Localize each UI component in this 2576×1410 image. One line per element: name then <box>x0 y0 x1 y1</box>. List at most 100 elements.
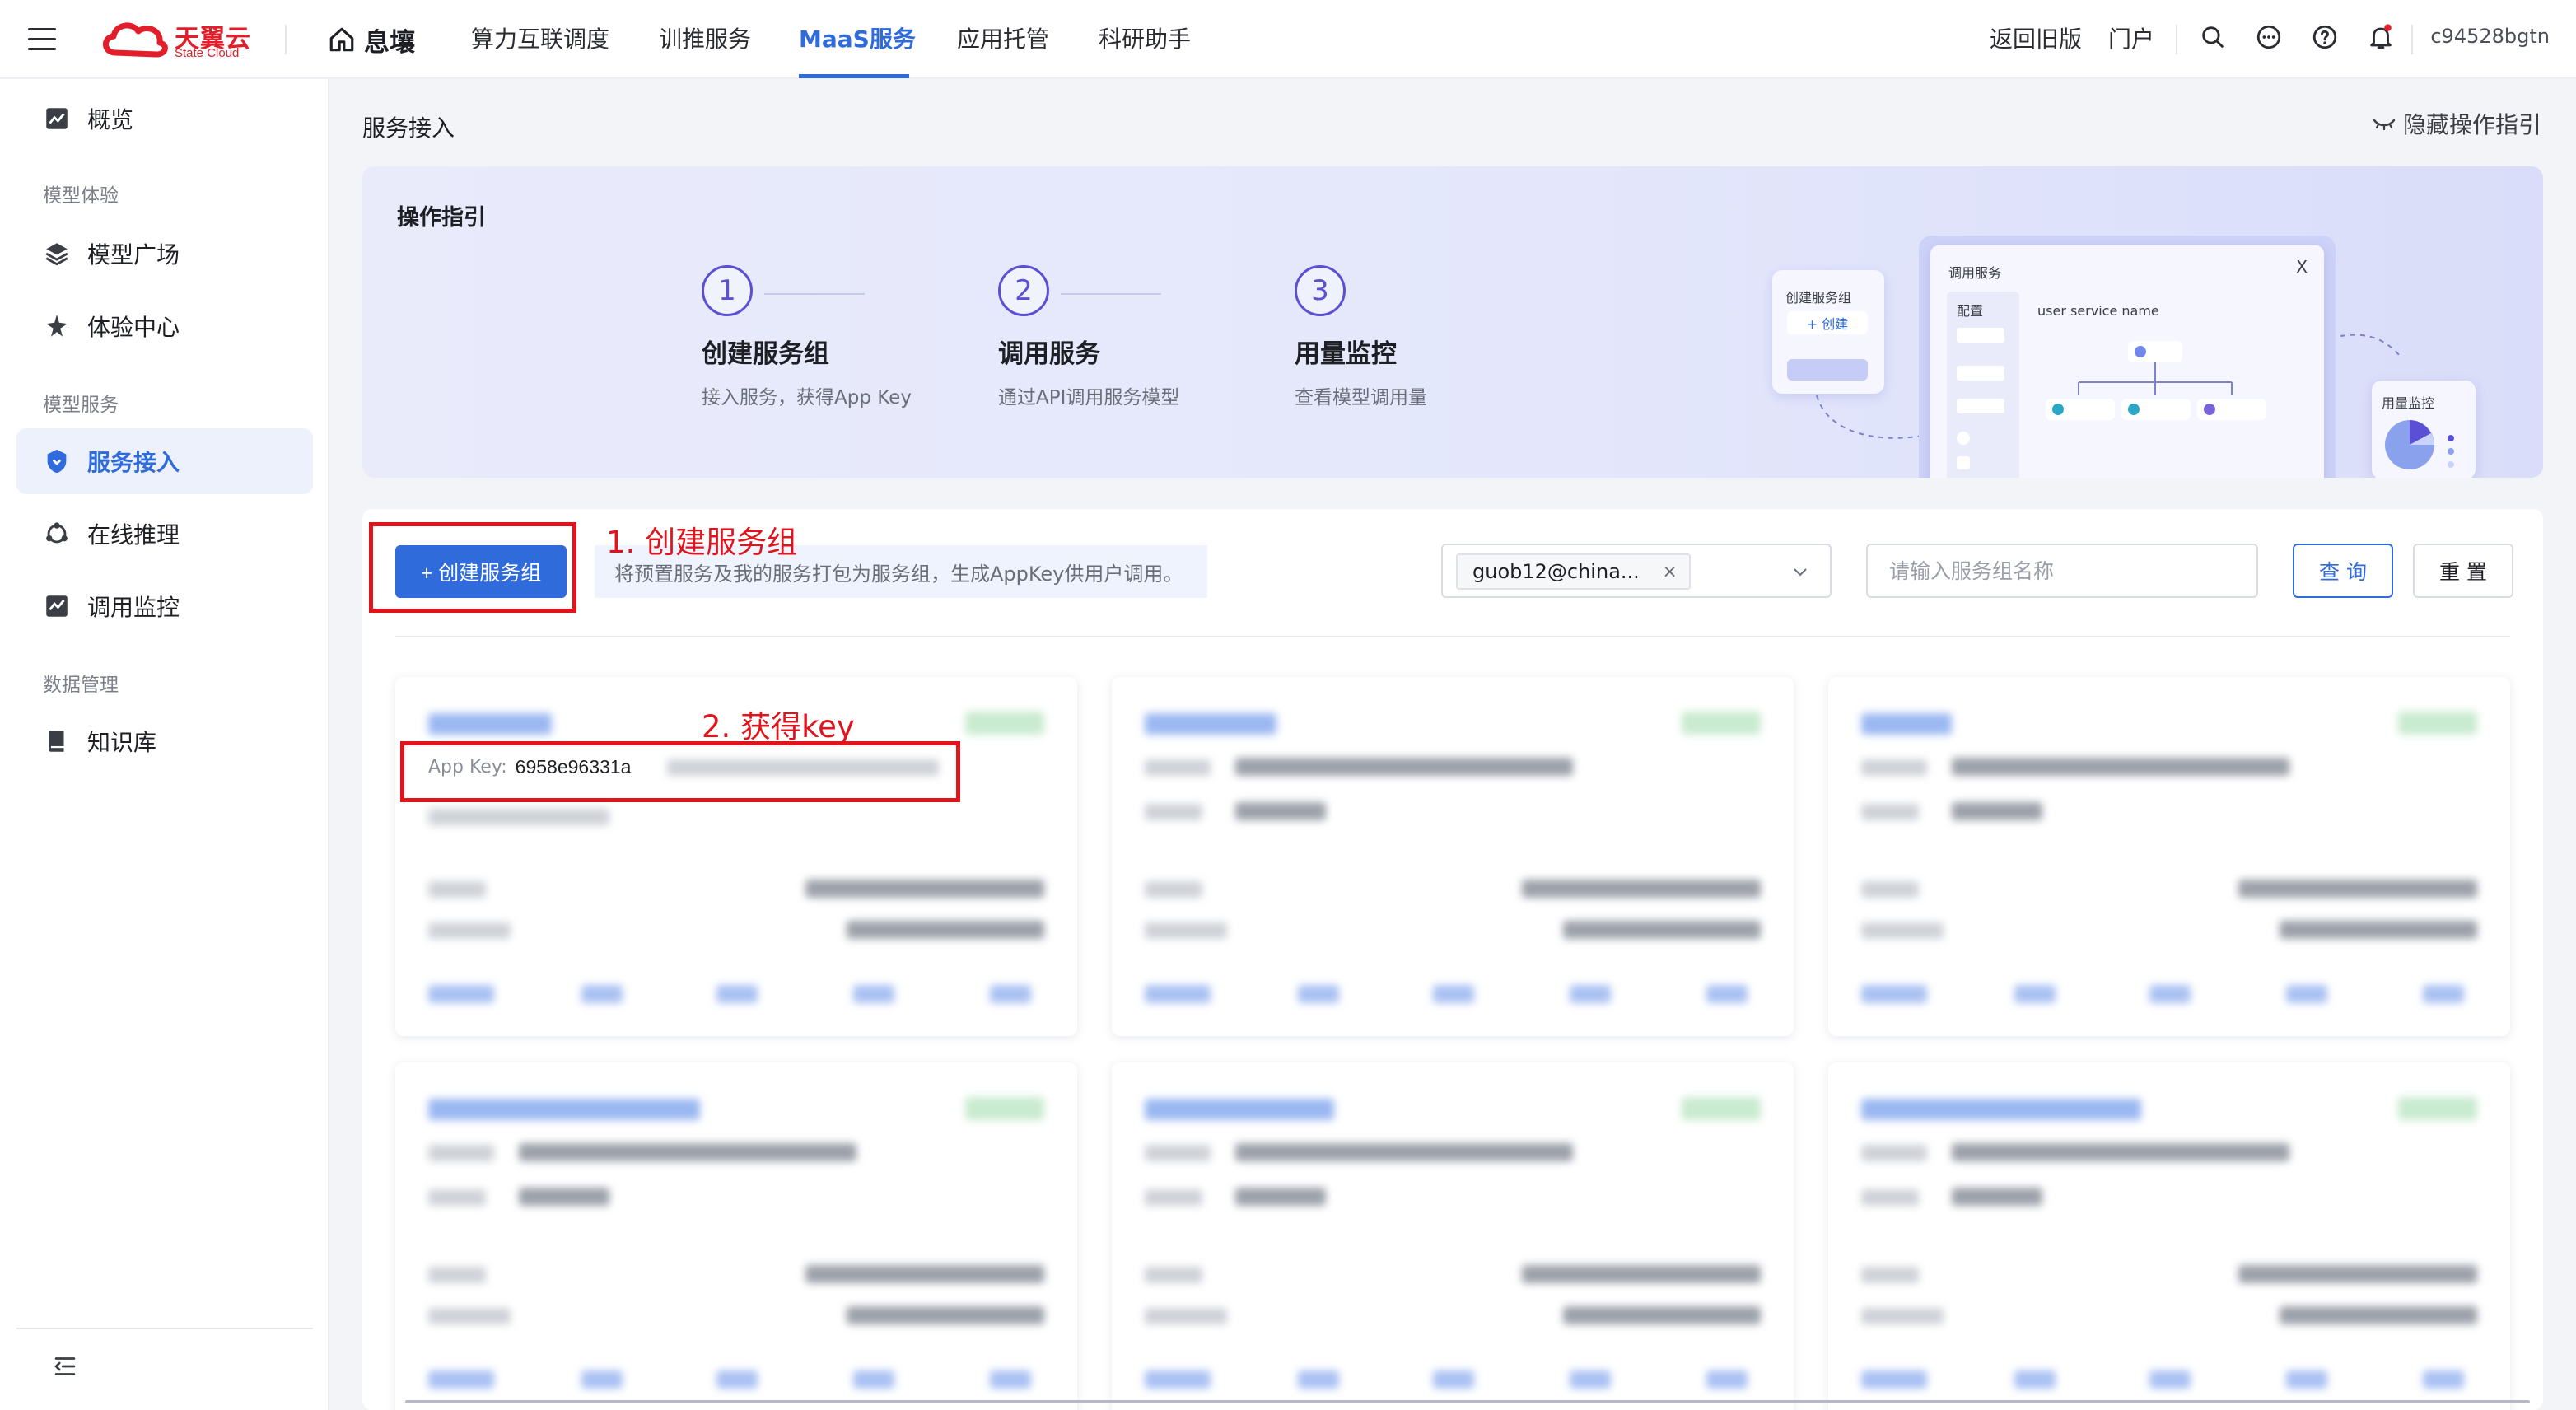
step-number: 1 <box>702 265 753 316</box>
reset-button[interactable]: 重 置 <box>2413 544 2513 598</box>
shield-icon <box>47 449 67 474</box>
collapse-sidebar-icon[interactable] <box>51 1354 79 1379</box>
blurred-content <box>1112 677 1794 1036</box>
username[interactable]: c94528bgtn <box>2430 25 2550 48</box>
illu-node <box>2197 399 2266 420</box>
illu-create-card: 创建服务组 + 创建 <box>1772 270 1884 394</box>
illu-checkbox <box>1957 456 1970 469</box>
sidebar-item-label: 概览 <box>87 106 134 133</box>
monitor-icon <box>46 595 68 617</box>
blurred-content <box>395 1062 1077 1410</box>
sidebar-group-title: 数据管理 <box>43 675 119 696</box>
illu-field <box>1957 328 2004 343</box>
sidebar: 概览 模型体验 模型广场 体验中心 模型服务 服务接入 在线推理 调用监控 数据… <box>0 79 329 1410</box>
service-group-card[interactable] <box>1112 1062 1794 1410</box>
illu-create-btn: + 创建 <box>1787 311 1868 334</box>
sidebar-group-title: 模型服务 <box>43 395 119 416</box>
star-cluster-icon <box>46 314 68 337</box>
brand-name-en: State Cloud <box>175 46 240 60</box>
illu-monitor-card: 用量监控 <box>2372 381 2476 478</box>
illu-field <box>1957 399 2004 413</box>
hide-guide-label: 隐藏操作指引 <box>2402 111 2541 138</box>
owner-tag[interactable]: guob12@china... × <box>1456 553 1691 590</box>
search-icon[interactable] <box>2199 23 2227 51</box>
step-desc: 接入服务，获得App Key <box>702 387 912 409</box>
old-version-link[interactable]: 返回旧版 <box>1990 21 2082 54</box>
owner-tag-label: guob12@china... <box>1472 560 1640 583</box>
divider <box>2176 25 2177 54</box>
cloud-logo-icon <box>103 22 168 58</box>
guide-step: 2 调用服务 通过API调用服务模型 <box>998 265 1179 409</box>
illu-radio <box>1957 432 1970 445</box>
step-title: 调用服务 <box>998 339 1100 369</box>
blurred-content <box>1112 1062 1794 1410</box>
close-icon[interactable]: × <box>1662 562 1677 582</box>
guide-title: 操作指引 <box>397 205 486 231</box>
sidebar-item-knowledge-base[interactable]: 知识库 <box>16 708 313 774</box>
sidebar-item-service-access[interactable]: 服务接入 <box>16 428 313 494</box>
sidebar-item-label: 调用监控 <box>87 594 180 621</box>
sidebar-item-model-square[interactable]: 模型广场 <box>16 221 313 287</box>
operation-guide: 操作指引 1 创建服务组 接入服务，获得App Key 2 调用服务 通过API… <box>362 166 2543 478</box>
help-icon[interactable] <box>2311 23 2339 51</box>
bell-icon[interactable] <box>2367 23 2395 51</box>
guide-step: 1 创建服务组 接入服务，获得App Key <box>702 265 912 409</box>
divider <box>285 25 287 54</box>
annotation-step2: 2. 获得key <box>702 709 855 745</box>
layers-icon <box>45 243 68 266</box>
step-title: 创建服务组 <box>702 339 829 369</box>
pie-chart-icon <box>2385 420 2434 469</box>
service-group-card[interactable] <box>1112 677 1794 1036</box>
divider <box>2411 25 2413 54</box>
close-icon: X <box>2296 257 2308 277</box>
service-group-card[interactable] <box>1828 677 2510 1036</box>
brand-logo[interactable]: 天翼云 State Cloud <box>99 16 255 63</box>
service-group-card[interactable] <box>1828 1062 2510 1410</box>
owner-select[interactable]: guob12@china... × <box>1441 544 1832 598</box>
portal-link[interactable]: 门户 <box>2108 21 2154 54</box>
illu-monitor-title: 用量监控 <box>2382 395 2435 411</box>
nav-item-app-hosting[interactable]: 应用托管 <box>957 21 1049 54</box>
illu-field <box>1957 366 2004 381</box>
sidebar-item-label: 在线推理 <box>87 521 180 549</box>
book-icon <box>49 731 64 752</box>
hide-guide-button[interactable]: 隐藏操作指引 <box>2372 107 2541 140</box>
nav-home-label: 息壤 <box>364 27 415 58</box>
divider <box>16 1328 313 1329</box>
illu-node <box>2046 399 2115 420</box>
menu-icon[interactable] <box>28 28 56 51</box>
illu-node <box>2121 399 2191 420</box>
annotation-box-appkey <box>400 741 960 802</box>
step-desc: 查看模型调用量 <box>1295 387 1427 409</box>
sidebar-item-label: 体验中心 <box>87 314 180 341</box>
illu-main-card: 调用服务 X 配置 user service name <box>1930 245 2324 478</box>
sidebar-item-label: 服务接入 <box>87 449 180 476</box>
nav-item-research[interactable]: 科研助手 <box>1099 21 1191 54</box>
sidebar-item-overview[interactable]: 概览 <box>16 86 313 152</box>
step-desc: 通过API调用服务模型 <box>998 387 1180 409</box>
guide-step: 3 用量监控 查看模型调用量 <box>1295 265 1427 409</box>
horizontal-scrollbar[interactable] <box>405 1400 2530 1403</box>
sidebar-item-online-inference[interactable]: 在线推理 <box>16 501 313 567</box>
nav-home[interactable]: 息壤 <box>328 20 415 59</box>
query-button[interactable]: 查 询 <box>2293 544 2393 598</box>
search-input[interactable] <box>1866 544 2258 598</box>
nav-item-training[interactable]: 训推服务 <box>659 21 751 54</box>
step-number: 3 <box>1295 265 1346 316</box>
sidebar-item-label: 知识库 <box>87 729 157 756</box>
nav-item-maas[interactable]: MaaS服务 <box>799 21 916 54</box>
step-title: 用量监控 <box>1295 339 1397 369</box>
sidebar-item-label: 模型广场 <box>87 241 180 268</box>
illu-config-col: 配置 <box>1947 292 2019 478</box>
illu-node <box>2128 341 2182 362</box>
service-group-card[interactable] <box>395 1062 1077 1410</box>
sidebar-item-experience[interactable]: 体验中心 <box>16 293 313 359</box>
service-group-panel: + 创建服务组 将预置服务及我的服务打包为服务组，生成AppKey供用户调用。 … <box>362 509 2543 1410</box>
chevron-down-icon <box>1794 568 1807 577</box>
active-tab-indicator <box>799 74 909 78</box>
nav-item-compute[interactable]: 算力互联调度 <box>471 21 609 54</box>
chat-icon[interactable] <box>2255 23 2283 51</box>
chart-icon <box>46 108 68 129</box>
illu-placeholder <box>1787 359 1868 381</box>
sidebar-item-call-monitor[interactable]: 调用监控 <box>16 573 313 639</box>
